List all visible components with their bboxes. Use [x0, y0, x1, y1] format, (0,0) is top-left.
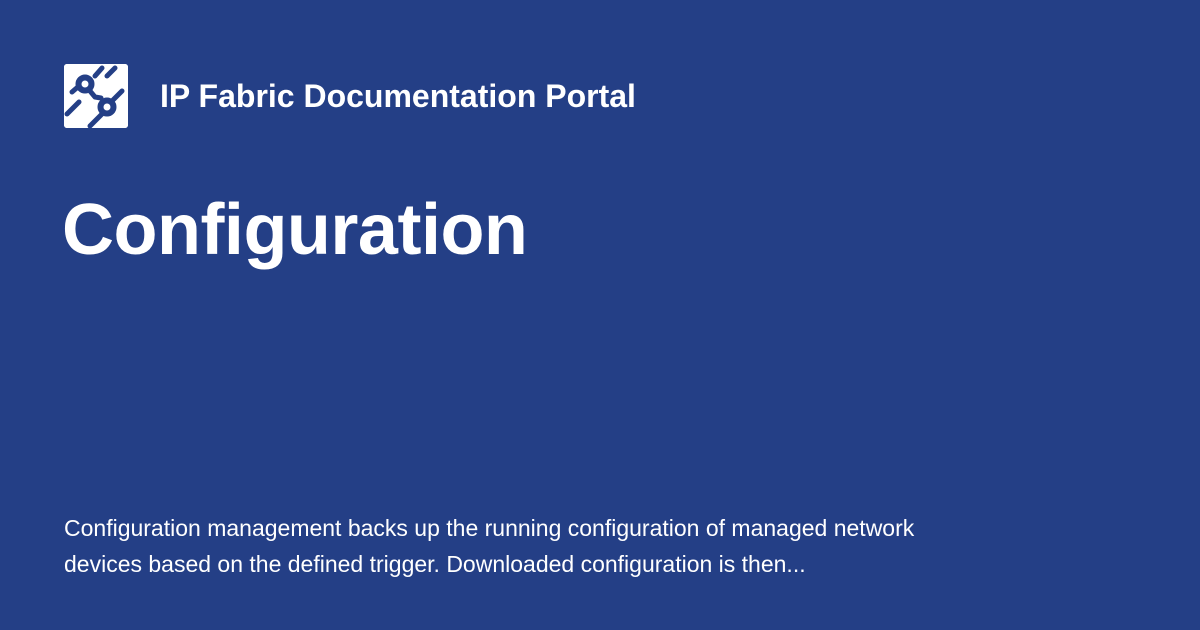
social-preview-card: IP Fabric Documentation Portal Configura… [0, 0, 1200, 630]
ip-fabric-logo-icon [64, 64, 128, 128]
site-title: IP Fabric Documentation Portal [160, 78, 636, 114]
page-description: Configuration management backs up the ru… [64, 515, 915, 577]
page-title: Configuration [62, 190, 528, 270]
ip-fabric-logo-mark [64, 64, 128, 128]
site-header: IP Fabric Documentation Portal [64, 64, 636, 128]
